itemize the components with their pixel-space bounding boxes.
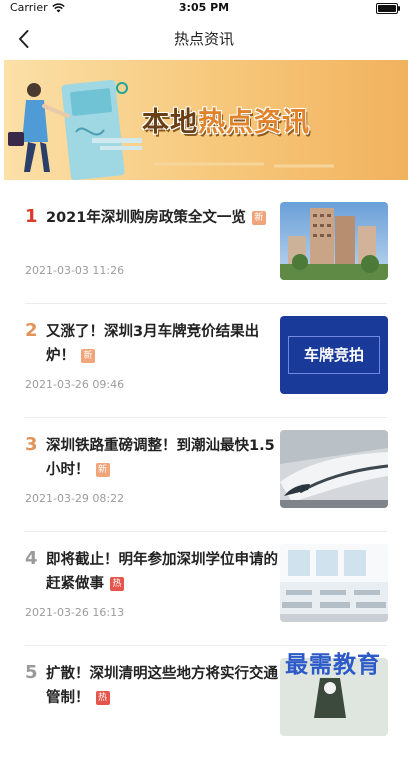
battery-icon xyxy=(376,3,400,14)
classroom-photo xyxy=(280,544,388,622)
news-rank: 5 xyxy=(25,662,38,683)
news-date: 2021-03-26 09:46 xyxy=(25,378,125,391)
news-item[interactable]: 4 即将截止！明年参加深圳学位申请的赶紧做事热 2021-03-26 16:13 xyxy=(25,532,388,646)
news-title-text: 扩散！深圳清明这些地方将实行交通管制！ xyxy=(46,666,278,706)
banner-title-part2: 热点资讯 xyxy=(198,107,310,138)
news-date: 2021-03-26 16:13 xyxy=(25,606,125,619)
banner-title: 本地热点资讯 xyxy=(142,100,310,139)
building-photo xyxy=(280,202,388,280)
news-item[interactable]: 1 2021年深圳购房政策全文一览新 2021-03-03 11:26 xyxy=(25,190,388,304)
news-date: 2021-03-03 11:26 xyxy=(25,264,125,277)
news-item[interactable]: 3 深圳铁路重磅调整！到潮汕最快1.5小时！新 2021-03-29 08:22 xyxy=(25,418,388,532)
banner[interactable]: 本地热点资讯 xyxy=(4,60,408,180)
news-title-text: 又涨了！深圳3月车牌竞价结果出炉！ xyxy=(46,324,260,364)
news-title: 深圳铁路重磅调整！到潮汕最快1.5小时！新 xyxy=(46,434,278,482)
news-title: 2021年深圳购房政策全文一览新 xyxy=(46,206,278,230)
news-rank: 2 xyxy=(25,320,38,341)
news-date: 2021-03-29 08:22 xyxy=(25,492,125,505)
news-title: 扩散！深圳清明这些地方将实行交通管制！热 xyxy=(46,662,278,710)
new-badge: 新 xyxy=(95,463,110,477)
status-time: 3:05 PM xyxy=(178,1,230,14)
news-rank: 4 xyxy=(25,548,38,569)
train-photo xyxy=(280,430,388,508)
status-bar: Carrier 3:05 PM xyxy=(0,0,408,16)
news-title-text: 2021年深圳购房政策全文一览 xyxy=(46,210,246,226)
news-thumbnail xyxy=(280,544,388,622)
news-title-text: 深圳铁路重磅调整！到潮汕最快1.5小时！ xyxy=(46,438,275,478)
news-title: 即将截止！明年参加深圳学位申请的赶紧做事热 xyxy=(46,548,278,596)
news-thumbnail: 车牌竞拍 xyxy=(280,316,388,394)
news-item[interactable]: 2 又涨了！深圳3月车牌竞价结果出炉！新 2021-03-26 09:46 车牌… xyxy=(25,304,388,418)
news-rank: 3 xyxy=(25,434,38,455)
news-title-text: 即将截止！明年参加深圳学位申请的赶紧做事 xyxy=(46,552,278,592)
news-thumbnail xyxy=(280,202,388,280)
thumb-caption: 车牌竞拍 xyxy=(303,346,364,364)
page-title: 热点资讯 xyxy=(173,30,234,48)
hot-badge: 热 xyxy=(95,691,110,705)
new-badge: 新 xyxy=(81,349,95,363)
hot-badge: 热 xyxy=(110,577,124,591)
new-badge: 新 xyxy=(251,211,266,225)
news-thumbnail xyxy=(280,430,388,508)
watermark: 最需教育 xyxy=(285,652,381,678)
banner-title-part1: 本地 xyxy=(142,107,198,138)
nav-bar: 热点资讯 xyxy=(0,18,408,60)
news-title: 又涨了！深圳3月车牌竞价结果出炉！新 xyxy=(46,320,278,368)
news-rank: 1 xyxy=(25,206,38,227)
